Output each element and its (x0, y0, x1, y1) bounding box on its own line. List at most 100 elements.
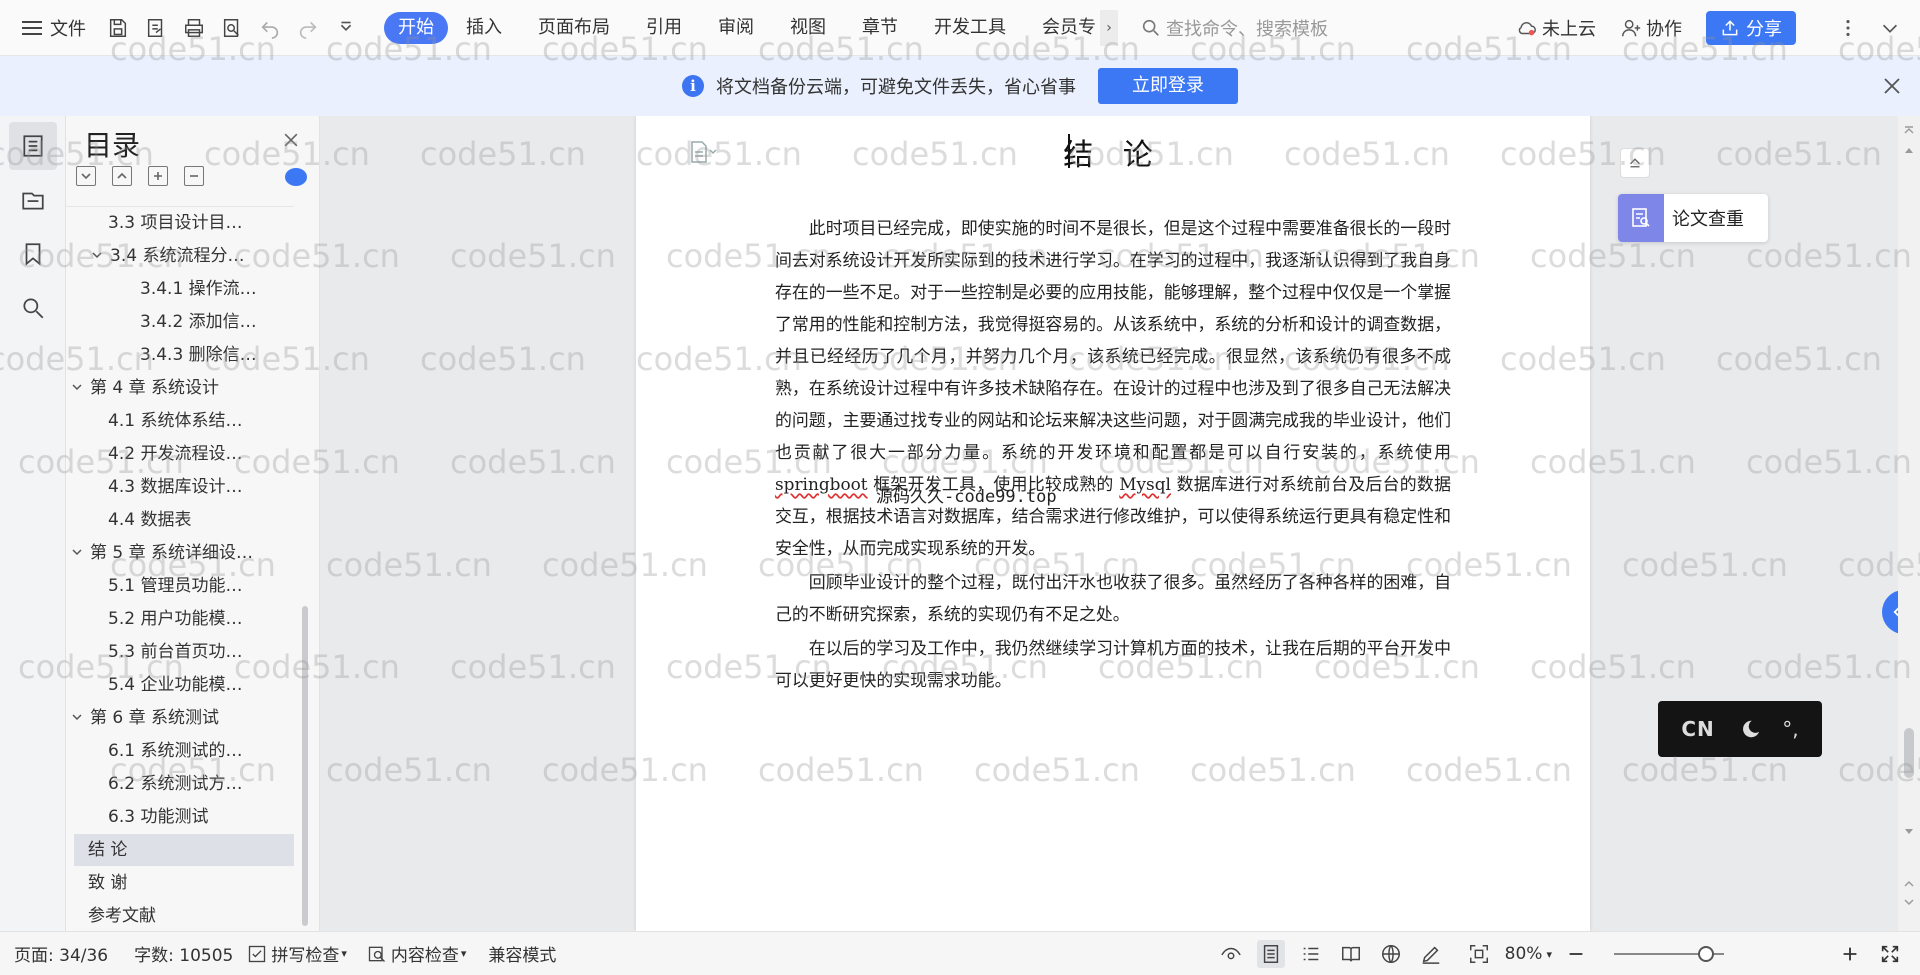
chevron-down-icon[interactable] (68, 537, 86, 569)
next-page-icon[interactable] (1903, 896, 1915, 908)
toc-item[interactable]: 3.3 项目设计目… (108, 207, 294, 239)
scroll-top-icon[interactable] (1903, 124, 1915, 136)
toc-item[interactable]: 6.1 系统测试的… (108, 735, 294, 767)
spell-check-button[interactable]: 拼写检查 ▾ (247, 941, 347, 966)
previous-page-icon[interactable] (1903, 878, 1915, 890)
print-button[interactable] (182, 16, 206, 40)
word-count[interactable]: 字数: 10505 (134, 941, 233, 966)
spell-flag-mysql[interactable]: Mysql (1119, 474, 1171, 494)
toc-item[interactable]: 第 6 章 系统测试 (68, 702, 294, 734)
toc-item[interactable]: 第 4 章 系统设计 (68, 372, 294, 404)
collapse-ribbon-button[interactable] (1878, 16, 1902, 40)
toc-item[interactable]: 5.4 企业功能模… (108, 669, 294, 701)
toc-item[interactable]: 第 5 章 系统详细设… (68, 537, 294, 569)
page-indicator[interactable]: 页面: 34/36 (14, 941, 108, 966)
save-button[interactable] (106, 16, 130, 40)
chevron-down-icon[interactable] (68, 702, 86, 734)
close-icon[interactable] (1880, 74, 1904, 98)
toc-item[interactable]: 4.1 系统体系结… (108, 405, 294, 437)
toc-scrollbar[interactable] (301, 206, 309, 926)
toc-item[interactable]: 3.4.1 操作流… (140, 273, 294, 305)
chevron-down-icon[interactable] (68, 372, 86, 404)
zoom-level-dropdown[interactable]: 80% ▾ (1505, 944, 1552, 964)
share-button[interactable]: 分享 (1706, 11, 1796, 45)
bookmark-button[interactable] (9, 230, 57, 278)
close-icon[interactable] (281, 130, 301, 150)
print-preview-button[interactable] (220, 16, 244, 40)
ime-language-label[interactable]: CN (1681, 717, 1714, 741)
undo-button[interactable] (258, 16, 282, 40)
moon-icon[interactable] (1738, 718, 1760, 740)
tabs-more-button[interactable]: › (1100, 9, 1118, 46)
write-mode-button[interactable] (1417, 940, 1445, 968)
fullscreen-button[interactable] (1876, 940, 1904, 968)
toc-item[interactable]: 6.3 功能测试 (108, 801, 294, 833)
toc-item[interactable]: 5.3 前台首页功… (108, 636, 294, 668)
ai-assistant-icon[interactable] (285, 168, 307, 186)
zoom-out-button[interactable] (1562, 940, 1590, 968)
tab-member[interactable]: 会员专 (1024, 12, 1100, 44)
customize-toolbar-button[interactable] (334, 16, 358, 40)
spell-flag-springboot[interactable]: springboot (775, 474, 868, 494)
expand-all-button[interactable] (76, 166, 96, 186)
scroll-up-icon[interactable] (1903, 144, 1915, 156)
collaborate-button[interactable]: 协作 (1620, 15, 1682, 41)
redo-button[interactable] (296, 16, 320, 40)
document-page[interactable]: 结 论 此时项目已经完成，即使实施的时间不是很长，但是这个过程中需要准备很长的一… (636, 116, 1590, 931)
toc-panel-button[interactable] (9, 122, 57, 170)
outline-view-button[interactable] (1297, 940, 1325, 968)
tab-home[interactable]: 开始 (384, 11, 448, 44)
expand-assistant-tab[interactable] (1882, 590, 1898, 634)
chapter-nav-button[interactable] (9, 176, 57, 224)
scroll-down-icon[interactable] (1903, 826, 1915, 838)
document-body[interactable]: 此时项目已经完成，即使实施的时间不是很长，但是这个过程中需要准备很长的一段时间去… (775, 212, 1451, 698)
add-heading-button[interactable] (148, 166, 168, 186)
document-scrollbar[interactable] (1898, 116, 1920, 931)
content-check-button[interactable]: 内容检查 ▾ (367, 941, 466, 966)
collapse-all-button[interactable] (112, 166, 132, 186)
export-pdf-button[interactable] (144, 16, 168, 40)
reading-view-button[interactable] (1337, 940, 1365, 968)
tab-developer[interactable]: 开发工具 (916, 12, 1024, 44)
toc-item[interactable]: 5.1 管理员功能… (108, 570, 294, 602)
toc-item[interactable]: 3.4.3 删除信… (140, 339, 294, 371)
tab-section[interactable]: 章节 (844, 12, 916, 44)
toc-item[interactable]: 3.4.2 添加信… (140, 306, 294, 338)
login-button[interactable]: 立即登录 (1098, 68, 1238, 104)
tab-page-layout[interactable]: 页面布局 (520, 12, 628, 44)
minus-icon (190, 175, 198, 177)
document-scrollbar-thumb[interactable] (1904, 728, 1914, 778)
find-button[interactable] (9, 284, 57, 332)
remove-heading-button[interactable] (184, 166, 204, 186)
toc-item[interactable]: 5.2 用户功能模… (108, 603, 294, 635)
command-search[interactable]: 查找命令、搜索模板 (1140, 10, 1440, 46)
more-options-button[interactable] (1836, 16, 1860, 40)
web-view-button[interactable] (1377, 940, 1405, 968)
cloud-status-button[interactable]: 未上云 (1516, 15, 1596, 41)
page-view-button[interactable] (1256, 940, 1285, 968)
toc-item[interactable]: 结 论 (74, 834, 294, 866)
file-menu-button[interactable]: 文件 (22, 10, 86, 46)
fit-page-button[interactable] (1465, 940, 1493, 968)
ime-punctuation-label[interactable]: °, (1782, 717, 1798, 741)
zoom-slider-knob[interactable] (1697, 946, 1714, 962)
toc-item[interactable]: 4.4 数据表 (108, 504, 294, 536)
chevron-down-icon[interactable] (88, 240, 106, 272)
toc-scrollbar-thumb[interactable] (302, 606, 308, 926)
plagiarism-check-button[interactable]: 论文查重 (1618, 194, 1768, 242)
eye-protection-button[interactable] (1217, 940, 1245, 968)
tab-insert[interactable]: 插入 (448, 12, 520, 44)
tab-view[interactable]: 视图 (772, 12, 844, 44)
toc-item[interactable]: 致 谢 (88, 867, 294, 899)
collapse-side-panel-button[interactable] (1620, 148, 1650, 178)
toc-item[interactable]: 6.2 系统测试方… (108, 768, 294, 800)
toc-item[interactable]: 3.4 系统流程分… (88, 240, 294, 272)
input-method-bar[interactable]: CN °, (1658, 701, 1822, 757)
toc-item[interactable]: 参考文献 (88, 900, 294, 924)
zoom-slider[interactable] (1614, 944, 1724, 964)
zoom-in-button[interactable] (1836, 940, 1864, 968)
toc-item[interactable]: 4.2 开发流程设… (108, 438, 294, 470)
toc-item[interactable]: 4.3 数据库设计… (108, 471, 294, 503)
tab-references[interactable]: 引用 (628, 12, 700, 44)
tab-review[interactable]: 审阅 (700, 12, 772, 44)
